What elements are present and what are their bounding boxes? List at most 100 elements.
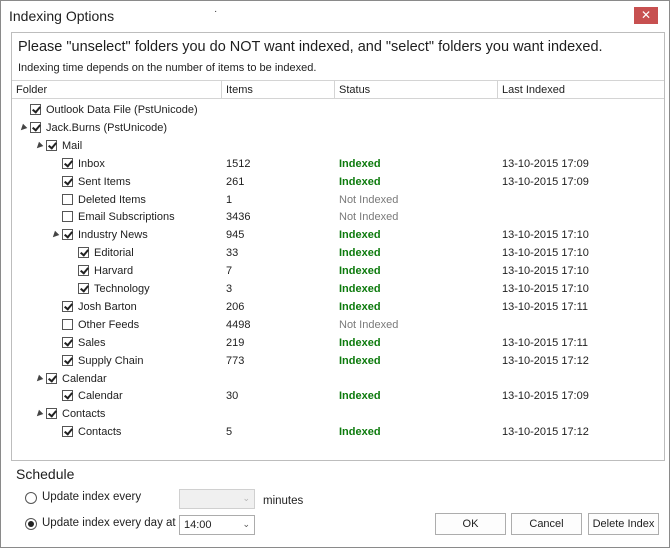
table-row[interactable]: ▲ Calendar [12, 370, 664, 388]
folder-checkbox[interactable] [30, 121, 41, 133]
table-row[interactable]: ▲ Industry News 945 Indexed 13-10-2015 17:10 [12, 226, 664, 244]
chevron-down-icon: ⌄ [242, 520, 250, 530]
folder-checkbox[interactable] [62, 426, 73, 438]
last-indexed-time: 13-10-2015 17:12 [502, 426, 589, 439]
folder-checkbox[interactable] [46, 139, 57, 151]
index-status: Indexed [339, 247, 381, 260]
last-indexed-time: 13-10-2015 17:09 [502, 157, 589, 170]
radio-button[interactable] [25, 492, 37, 504]
folder-checkbox[interactable] [30, 104, 41, 115]
folder-checkbox[interactable] [62, 354, 73, 366]
folder-checkbox[interactable] [46, 372, 57, 384]
time-select[interactable]: 14:00 ⌄ [179, 515, 255, 535]
time-value: 14:00 [184, 519, 212, 531]
table-row[interactable]: Editorial 33 Indexed 13-10-2015 17:10 [12, 244, 664, 262]
folder-checkbox[interactable] [62, 193, 73, 205]
index-status: Indexed [339, 175, 381, 188]
items-count: 773 [226, 354, 245, 367]
table-row[interactable]: Outlook Data File (PstUnicode) [12, 101, 664, 119]
table-row[interactable]: Sales 219 Indexed 13-10-2015 17:11 [12, 334, 664, 352]
items-count: 945 [226, 229, 245, 242]
folder-checkbox[interactable] [62, 300, 73, 312]
table-row[interactable]: Deleted Items 1 Not Indexed [12, 191, 664, 209]
folder-name: Editorial [94, 247, 134, 260]
folder-name: Sent Items [78, 175, 131, 188]
table-row[interactable]: ▲ Contacts [12, 405, 664, 423]
minutes-select[interactable]: ⌄ [179, 489, 255, 509]
index-status: Indexed [339, 300, 381, 313]
table-row[interactable]: ▲ Mail [12, 137, 664, 155]
folder-name: Calendar [78, 390, 123, 403]
items-count: 3436 [226, 211, 251, 224]
index-status: Indexed [339, 426, 381, 439]
folder-name: Contacts [62, 408, 106, 421]
close-icon: ✕ [640, 8, 652, 22]
index-status: Not Indexed [339, 211, 399, 224]
items-count: 206 [226, 300, 245, 313]
last-indexed-time: 13-10-2015 17:11 [502, 336, 589, 349]
last-indexed-time: 13-10-2015 17:10 [502, 229, 589, 242]
folder-name: Technology [94, 283, 150, 295]
table-row[interactable]: Inbox 1512 Indexed 13-10-2015 17:09 [12, 155, 664, 173]
items-count: 7 [226, 265, 233, 278]
column-header-status[interactable]: Status [335, 80, 498, 99]
schedule-heading: Schedule [16, 466, 75, 482]
last-indexed-time: 13-10-2015 17:10 [502, 265, 589, 278]
folder-tree-table: Folder Items Status Last Indexed Outlook… [12, 80, 664, 459]
last-indexed-time: 13-10-2015 17:12 [502, 354, 589, 367]
title-dot-mark: · [214, 6, 218, 17]
folder-checkbox[interactable] [62, 318, 73, 330]
close-button[interactable]: ✕ [634, 7, 658, 24]
folder-name: Other Feeds [78, 318, 140, 331]
folder-name: Supply Chain [78, 354, 144, 367]
ok-button[interactable]: OK [435, 513, 506, 535]
folder-checkbox[interactable] [62, 390, 73, 402]
folder-checkbox[interactable] [62, 211, 73, 223]
index-status: Indexed [339, 157, 381, 170]
index-status: Indexed [339, 265, 381, 278]
column-header-last-indexed[interactable]: Last Indexed [498, 80, 664, 99]
cancel-button[interactable]: Cancel [511, 513, 582, 535]
table-row[interactable]: Supply Chain 773 Indexed 13-10-2015 17:12 [12, 352, 664, 370]
folder-selection-panel: Please "unselect" folders you do NOT wan… [11, 32, 665, 461]
folder-checkbox[interactable] [62, 157, 73, 169]
radio-update-daily-label: Update index every day at [42, 517, 176, 529]
table-row[interactable]: ▲ Jack.Burns (PstUnicode) [12, 119, 664, 137]
index-status: Not Indexed [339, 318, 399, 331]
last-indexed-time: 13-10-2015 17:11 [502, 300, 589, 313]
table-row[interactable]: Calendar 30 Indexed 13-10-2015 17:09 [12, 387, 664, 405]
title-bar: Indexing Options · ✕ [1, 1, 669, 31]
table-row[interactable]: Other Feeds 4498 Not Indexed [12, 316, 664, 334]
folder-name: Industry News [78, 229, 148, 242]
table-row[interactable]: Harvard 7 Indexed 13-10-2015 17:10 [12, 262, 664, 280]
folder-checkbox[interactable] [62, 336, 73, 348]
table-row[interactable]: Josh Barton 206 Indexed 13-10-2015 17:11 [12, 298, 664, 316]
delete-index-button[interactable]: Delete Index [588, 513, 659, 535]
table-row[interactable]: Technology 3 Indexed 13-10-2015 17:10 [12, 280, 664, 298]
folder-checkbox[interactable] [62, 175, 73, 187]
items-count: 30 [226, 390, 239, 403]
folder-name: Harvard [94, 265, 134, 278]
radio-button[interactable] [25, 518, 37, 530]
index-status: Indexed [339, 354, 381, 367]
instruction-subline: Indexing time depends on the number of i… [18, 62, 317, 74]
minutes-label: minutes [263, 495, 304, 507]
folder-checkbox[interactable] [78, 265, 89, 277]
folder-checkbox[interactable] [78, 283, 89, 294]
index-status: Indexed [339, 336, 381, 349]
folder-name: Email Subscriptions [78, 211, 175, 224]
folder-checkbox[interactable] [46, 408, 57, 420]
table-row[interactable]: Email Subscriptions 3436 Not Indexed [12, 208, 664, 226]
column-header-items[interactable]: Items [222, 80, 335, 99]
folder-checkbox[interactable] [62, 229, 73, 241]
indexing-options-window: Indexing Options · ✕ Please "unselect" f… [0, 0, 670, 548]
table-row[interactable]: Sent Items 261 Indexed 13-10-2015 17:09 [12, 173, 664, 191]
folder-name: Sales [78, 336, 106, 349]
index-status: Indexed [339, 283, 381, 295]
column-header-folder[interactable]: Folder [12, 80, 222, 99]
table-row[interactable]: Contacts 5 Indexed 13-10-2015 17:12 [12, 423, 664, 441]
folder-name: Calendar [62, 372, 107, 385]
last-indexed-time: 13-10-2015 17:09 [502, 175, 589, 188]
folder-checkbox[interactable] [78, 247, 89, 259]
last-indexed-time: 13-10-2015 17:09 [502, 390, 589, 403]
